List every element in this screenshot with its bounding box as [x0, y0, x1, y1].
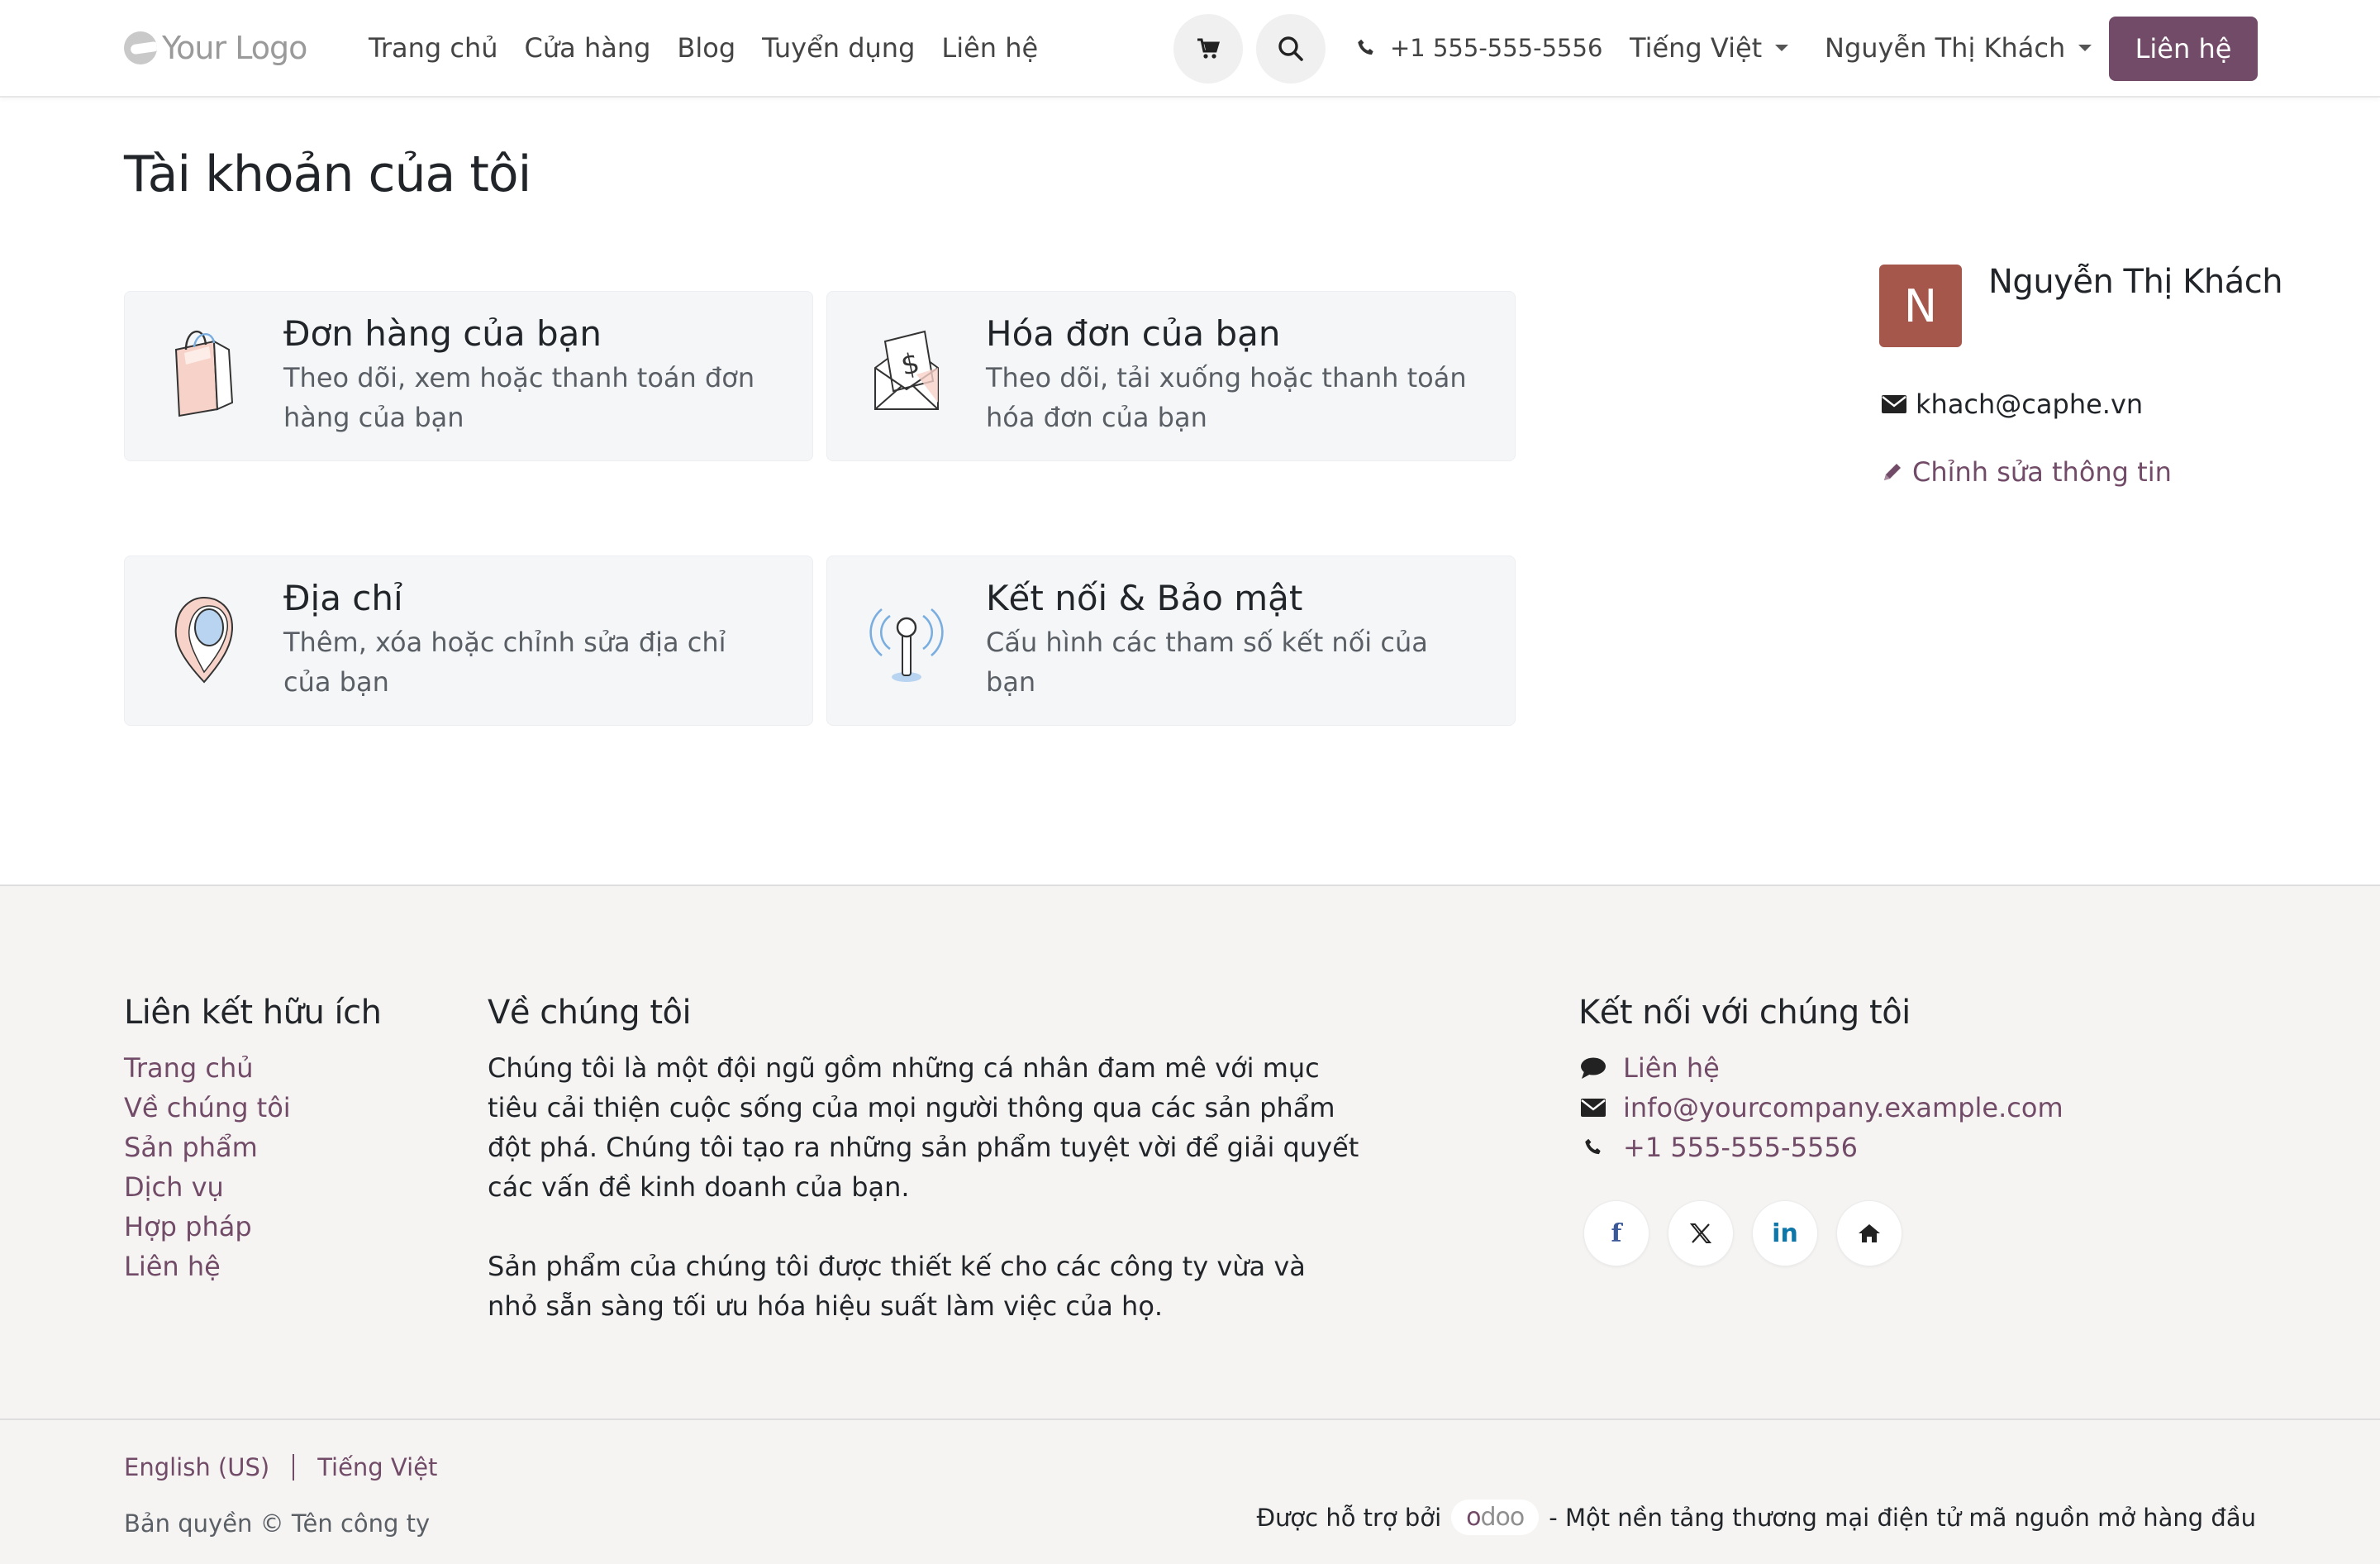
- cart-button[interactable]: [1173, 14, 1243, 83]
- nav-item-jobs[interactable]: Tuyển dụng: [749, 32, 928, 64]
- profile-email: khach@caphe.vn: [1881, 389, 2143, 420]
- footer-link-about[interactable]: Về chúng tôi: [124, 1088, 291, 1128]
- footer-language-selector: English (US) Tiếng Việt: [124, 1453, 437, 1481]
- search-icon: [1278, 36, 1303, 61]
- chevron-down-icon: [2078, 45, 2092, 51]
- pencil-icon: [1884, 464, 1901, 480]
- edit-profile-link[interactable]: Chỉnh sửa thông tin: [1881, 456, 2172, 488]
- card-addresses-desc: Thêm, xóa hoặc chỉnh sửa địa chỉ của bạn: [283, 627, 726, 698]
- card-invoices-title: Hóa đơn của bạn: [986, 313, 1281, 354]
- home-icon: [1859, 1224, 1880, 1242]
- odoo-logo-text: doo: [1480, 1503, 1526, 1532]
- x-twitter-button[interactable]: [1668, 1200, 1734, 1266]
- invoice-envelope-icon: $: [874, 330, 939, 410]
- copyright-bar: English (US) Tiếng Việt Bản quyền © Tên …: [0, 1419, 2380, 1564]
- language-link-vietnamese[interactable]: Tiếng Việt: [317, 1453, 437, 1481]
- phone-icon: [1358, 39, 1373, 55]
- footer-link-legal[interactable]: Hợp pháp: [124, 1207, 291, 1247]
- site-header: Your Logo Trang chủ Cửa hàng Blog Tuyển …: [0, 0, 2380, 98]
- useful-links-list: Trang chủ Về chúng tôi Sản phẩm Dịch vụ …: [124, 1048, 291, 1286]
- profile-name: Nguyễn Thị Khách: [1988, 263, 2283, 301]
- card-orders-desc: Theo dõi, xem hoặc thanh toán đơn hàng c…: [283, 362, 755, 433]
- profile-email-text: khach@caphe.vn: [1916, 389, 2144, 420]
- language-dropdown[interactable]: Tiếng Việt: [1630, 25, 1789, 71]
- nav-item-contact[interactable]: Liên hệ: [928, 32, 1051, 64]
- logo-mark-icon: [124, 31, 157, 64]
- odoo-logo[interactable]: odoo: [1451, 1500, 1540, 1535]
- powered-by-tagline[interactable]: - Một nền tảng thương mại điện tử mã ngu…: [1549, 1504, 2256, 1532]
- powered-by: Được hỗ trợ bởi odoo - Một nền tảng thươ…: [1257, 1500, 2256, 1535]
- about-text: Chúng tôi là một đội ngũ gồm những cá nh…: [488, 1048, 1364, 1326]
- connect-heading: Kết nối với chúng tôi: [1578, 994, 1911, 1032]
- facebook-icon: f: [1611, 1218, 1622, 1248]
- site-footer: Liên kết hữu ích Trang chủ Về chúng tôi …: [0, 885, 2380, 1564]
- card-addresses-title: Địa chỉ: [283, 578, 403, 618]
- language-selected: Tiếng Việt: [1630, 32, 1763, 64]
- footer-link-contact[interactable]: Liên hệ: [124, 1247, 291, 1286]
- search-button[interactable]: [1256, 14, 1326, 83]
- user-menu-dropdown[interactable]: Nguyễn Thị Khách: [1825, 25, 2092, 71]
- header-phone-number: +1 555-555-5556: [1390, 34, 1603, 62]
- envelope-icon: [1581, 1099, 1606, 1117]
- language-link-english[interactable]: English (US): [124, 1453, 269, 1481]
- site-logo[interactable]: Your Logo: [124, 25, 307, 71]
- about-paragraph-2: Sản phẩm của chúng tôi được thiết kế cho…: [488, 1251, 1306, 1322]
- linkedin-icon: in: [1772, 1218, 1798, 1248]
- footer-link-home[interactable]: Trang chủ: [124, 1048, 291, 1088]
- nav-item-home[interactable]: Trang chủ: [355, 32, 512, 64]
- card-invoices[interactable]: $ Hóa đơn của bạn Theo dõi, tải xuống ho…: [826, 291, 1516, 461]
- facebook-button[interactable]: f: [1583, 1200, 1649, 1266]
- card-invoices-desc: Theo dõi, tải xuống hoặc thanh toán hóa …: [986, 362, 1467, 433]
- connect-list: Liên hệ info@yourcompany.example.com +1 …: [1578, 1048, 2063, 1167]
- home-button[interactable]: [1836, 1200, 1902, 1266]
- about-heading: Về chúng tôi: [488, 994, 692, 1032]
- about-paragraph-1: Chúng tôi là một đội ngũ gồm những cá nh…: [488, 1052, 1359, 1203]
- card-security[interactable]: Kết nối & Bảo mật Cấu hình các tham số k…: [826, 556, 1516, 726]
- footer-phone-text: +1 555-555-5556: [1623, 1132, 1859, 1163]
- user-menu-name: Nguyễn Thị Khách: [1825, 32, 2066, 64]
- header-phone-link[interactable]: +1 555-555-5556: [1355, 25, 1602, 71]
- useful-links-heading: Liên kết hữu ích: [124, 994, 382, 1032]
- nav-item-shop[interactable]: Cửa hàng: [512, 32, 664, 64]
- contact-button[interactable]: Liên hệ: [2109, 17, 2258, 81]
- footer-phone-link[interactable]: +1 555-555-5556: [1578, 1128, 2063, 1167]
- chat-bubble-icon: [1581, 1057, 1606, 1079]
- nav-item-blog[interactable]: Blog: [664, 32, 749, 64]
- linkedin-button[interactable]: in: [1752, 1200, 1818, 1266]
- footer-contact-label: Liên hệ: [1623, 1052, 1720, 1084]
- copyright-text: Bản quyền © Tên công ty: [124, 1509, 431, 1538]
- shopping-bag-icon: [174, 330, 234, 417]
- footer-email-link[interactable]: info@yourcompany.example.com: [1578, 1088, 2063, 1128]
- envelope-icon: [1882, 395, 1906, 413]
- logo-text: Your Logo: [162, 30, 307, 66]
- social-links: f in: [1583, 1200, 1902, 1266]
- card-orders-title: Đơn hàng của bạn: [283, 313, 602, 354]
- cart-icon: [1197, 38, 1220, 59]
- footer-link-products[interactable]: Sản phẩm: [124, 1128, 291, 1167]
- edit-profile-label: Chỉnh sửa thông tin: [1912, 456, 2172, 488]
- card-security-desc: Cấu hình các tham số kết nối của bạn: [986, 627, 1428, 698]
- footer-email-text: info@yourcompany.example.com: [1623, 1092, 2063, 1123]
- powered-by-label: Được hỗ trợ bởi: [1256, 1503, 1442, 1532]
- card-orders[interactable]: Đơn hàng của bạn Theo dõi, xem hoặc than…: [124, 291, 813, 461]
- map-pin-icon: [174, 596, 234, 684]
- avatar: N: [1879, 265, 1962, 347]
- footer-link-services[interactable]: Dịch vụ: [124, 1167, 291, 1207]
- chevron-down-icon: [1775, 45, 1789, 51]
- phone-icon: [1585, 1138, 1601, 1155]
- x-twitter-icon: [1689, 1223, 1712, 1243]
- language-separator: [293, 1454, 295, 1481]
- card-security-title: Kết nối & Bảo mật: [986, 578, 1303, 618]
- card-addresses[interactable]: Địa chỉ Thêm, xóa hoặc chỉnh sửa địa chỉ…: [124, 556, 813, 726]
- main-nav: Trang chủ Cửa hàng Blog Tuyển dụng Liên …: [355, 25, 1051, 71]
- page-title: Tài khoản của tôi: [124, 145, 531, 203]
- footer-contact-link[interactable]: Liên hệ: [1578, 1048, 2063, 1088]
- antenna-icon: [869, 608, 944, 682]
